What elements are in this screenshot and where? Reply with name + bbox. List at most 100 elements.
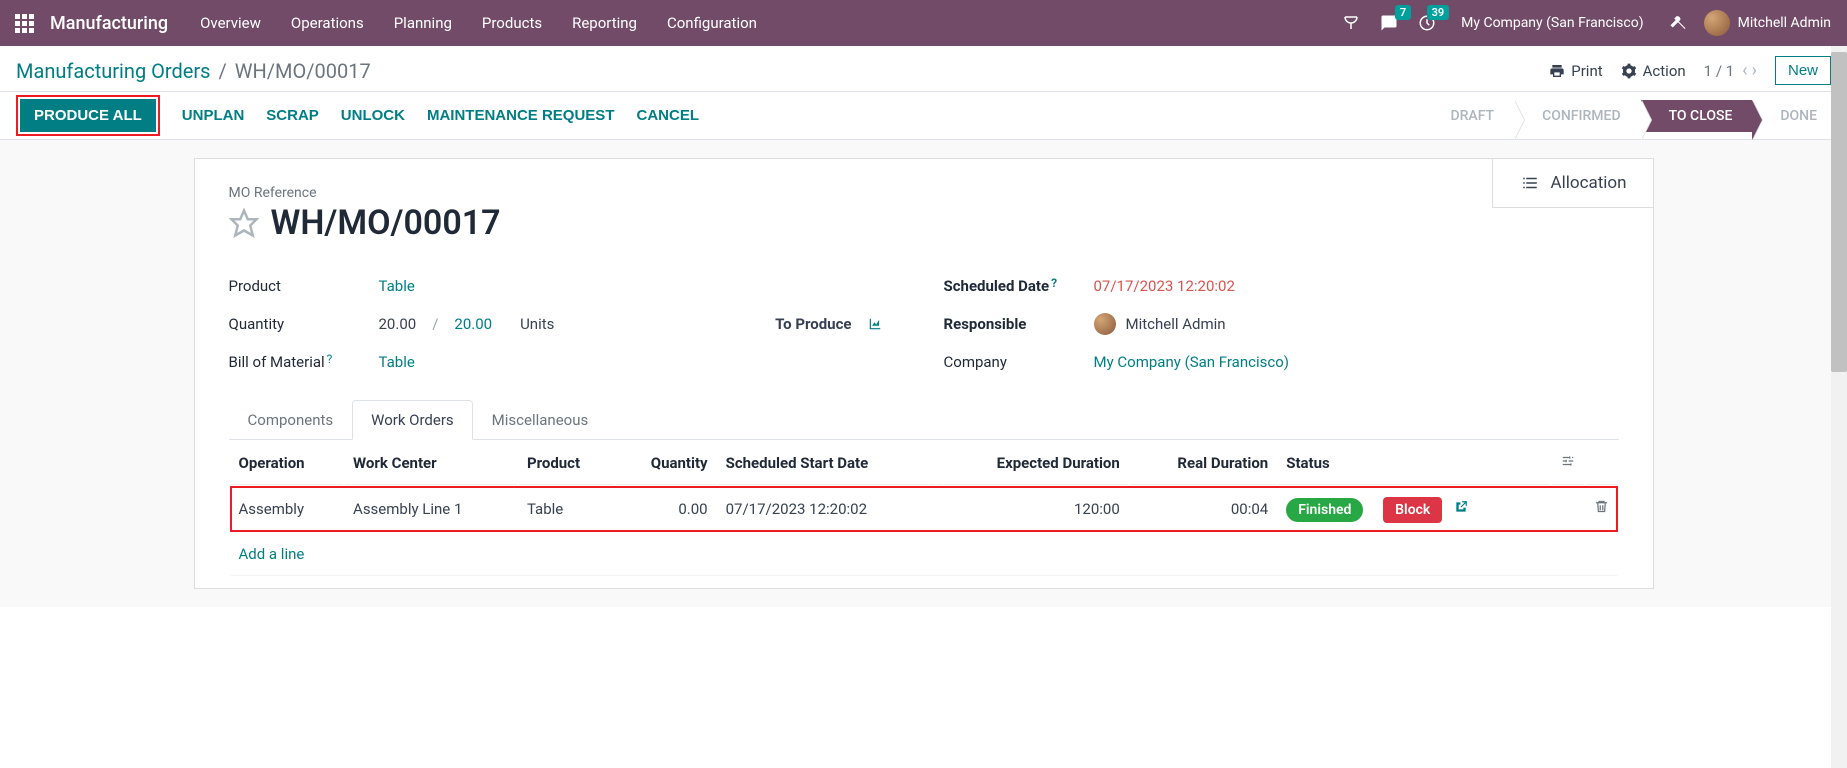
cell-expected[interactable]: 120:00 — [937, 487, 1128, 531]
external-link-icon[interactable] — [1454, 500, 1468, 518]
qty-done[interactable]: 20.00 — [379, 315, 417, 333]
bom-label: Bill of Material? — [229, 353, 379, 371]
cell-quantity[interactable]: 0.00 — [616, 487, 716, 531]
dialpad-icon[interactable] — [1339, 11, 1363, 35]
nav-products[interactable]: Products — [468, 6, 556, 40]
scheduled-date-label: Scheduled Date? — [944, 277, 1094, 295]
help-icon[interactable]: ? — [327, 352, 333, 366]
cell-real[interactable]: 00:04 — [1130, 487, 1276, 531]
add-line-button[interactable]: Add a line — [231, 533, 1617, 576]
col-expected[interactable]: Expected Duration — [937, 442, 1128, 485]
messages-icon[interactable]: 7 — [1377, 11, 1401, 35]
print-button[interactable]: Print — [1549, 62, 1602, 80]
col-scheduled[interactable]: Scheduled Start Date — [718, 442, 935, 485]
cell-work-center[interactable]: Assembly Line 1 — [345, 487, 517, 531]
mo-reference-label: MO Reference — [229, 185, 1619, 201]
nav-overview[interactable]: Overview — [186, 6, 275, 40]
product-label: Product — [229, 277, 379, 295]
table-row[interactable]: Assembly Assembly Line 1 Table 0.00 07/1… — [231, 487, 1617, 531]
cell-status: Finished Block — [1278, 487, 1549, 531]
app-brand[interactable]: Manufacturing — [44, 13, 182, 34]
top-navbar: Manufacturing Overview Operations Planni… — [0, 0, 1847, 46]
tab-work-orders[interactable]: Work Orders — [352, 400, 473, 440]
responsible-value[interactable]: Mitchell Admin — [1126, 315, 1226, 333]
company-selector[interactable]: My Company (San Francisco) — [1453, 11, 1651, 35]
apps-menu-icon[interactable] — [8, 7, 40, 39]
qty-separator: / — [426, 315, 444, 333]
status-bar: PRODUCE ALL UNPLAN SCRAP UNLOCK MAINTENA… — [0, 92, 1847, 140]
delete-row-button[interactable] — [1586, 487, 1617, 531]
to-produce-label: To Produce — [775, 315, 851, 333]
col-product[interactable]: Product — [519, 442, 614, 485]
block-button[interactable]: Block — [1383, 497, 1442, 523]
scrap-button[interactable]: SCRAP — [266, 107, 319, 124]
nav-operations[interactable]: Operations — [277, 6, 378, 40]
action-button[interactable]: Action — [1621, 62, 1686, 80]
col-settings[interactable] — [1552, 442, 1584, 485]
cell-operation[interactable]: Assembly — [231, 487, 344, 531]
unplan-button[interactable]: UNPLAN — [182, 107, 245, 124]
cancel-button[interactable]: CANCEL — [636, 107, 699, 124]
new-button[interactable]: New — [1775, 56, 1831, 85]
annotation-highlight: PRODUCE ALL — [16, 95, 160, 136]
breadcrumb-root[interactable]: Manufacturing Orders — [16, 59, 211, 83]
user-menu[interactable]: Mitchell Admin — [1704, 10, 1831, 36]
company-label: Company — [944, 353, 1094, 371]
sliders-icon — [1560, 454, 1576, 468]
bom-value[interactable]: Table — [379, 353, 415, 371]
tab-components[interactable]: Components — [229, 400, 353, 440]
avatar — [1094, 313, 1116, 335]
trash-icon — [1594, 499, 1609, 514]
col-status[interactable]: Status — [1278, 442, 1549, 485]
produce-all-button[interactable]: PRODUCE ALL — [20, 99, 156, 132]
breadcrumb-current: WH/MO/00017 — [235, 59, 371, 83]
stage-done[interactable]: DONE — [1752, 100, 1831, 132]
allocation-button[interactable]: Allocation — [1493, 159, 1653, 207]
nav-reporting[interactable]: Reporting — [558, 6, 651, 40]
col-quantity[interactable]: Quantity — [616, 442, 716, 485]
breadcrumb: Manufacturing Orders / WH/MO/00017 — [16, 59, 371, 83]
vertical-scrollbar[interactable] — [1831, 46, 1847, 768]
button-box: Allocation — [1492, 159, 1653, 208]
unlock-button[interactable]: UNLOCK — [341, 107, 405, 124]
cell-scheduled[interactable]: 07/17/2023 12:20:02 — [718, 487, 935, 531]
status-stages: DRAFT CONFIRMED TO CLOSE DONE — [1432, 100, 1831, 132]
favorite-star-icon[interactable] — [229, 208, 259, 238]
stage-draft[interactable]: DRAFT — [1432, 100, 1514, 132]
uom-value: Units — [520, 315, 554, 333]
nav-configuration[interactable]: Configuration — [653, 6, 771, 40]
qty-total[interactable]: 20.00 — [454, 315, 492, 333]
list-icon — [1519, 174, 1541, 192]
tools-icon[interactable] — [1666, 11, 1690, 35]
forecast-chart-icon[interactable] — [866, 317, 884, 331]
product-value[interactable]: Table — [379, 277, 415, 295]
tab-miscellaneous[interactable]: Miscellaneous — [473, 400, 608, 440]
col-work-center[interactable]: Work Center — [345, 442, 517, 485]
notebook-tabs: Components Work Orders Miscellaneous — [229, 399, 1619, 440]
messages-badge: 7 — [1395, 5, 1411, 20]
control-panel: Manufacturing Orders / WH/MO/00017 Print… — [0, 46, 1847, 92]
stage-confirmed[interactable]: CONFIRMED — [1514, 100, 1641, 132]
form-background: Allocation MO Reference WH/MO/00017 Prod… — [0, 140, 1847, 607]
form-sheet: Allocation MO Reference WH/MO/00017 Prod… — [194, 158, 1654, 589]
scheduled-date-value[interactable]: 07/17/2023 12:20:02 — [1094, 277, 1235, 295]
mo-name: WH/MO/00017 — [271, 203, 501, 243]
col-operation[interactable]: Operation — [231, 442, 344, 485]
work-orders-table: Operation Work Center Product Quantity S… — [229, 440, 1619, 578]
stage-to-close[interactable]: TO CLOSE — [1641, 100, 1753, 132]
pager-next-icon[interactable]: › — [1752, 60, 1757, 81]
quantity-label: Quantity — [229, 315, 379, 333]
status-badge: Finished — [1286, 498, 1363, 522]
maintenance-request-button[interactable]: MAINTENANCE REQUEST — [427, 107, 615, 124]
scrollbar-thumb[interactable] — [1831, 52, 1847, 372]
activities-icon[interactable]: 39 — [1415, 11, 1439, 35]
pager-prev-icon[interactable]: ‹ — [1742, 60, 1747, 81]
col-real[interactable]: Real Duration — [1130, 442, 1276, 485]
pager: 1 / 1 ‹ › — [1704, 60, 1757, 81]
nav-planning[interactable]: Planning — [380, 6, 466, 40]
cell-product[interactable]: Table — [519, 487, 614, 531]
breadcrumb-separator: / — [219, 59, 227, 83]
help-icon[interactable]: ? — [1051, 276, 1057, 290]
activities-badge: 39 — [1427, 5, 1450, 20]
company-value[interactable]: My Company (San Francisco) — [1094, 353, 1289, 371]
